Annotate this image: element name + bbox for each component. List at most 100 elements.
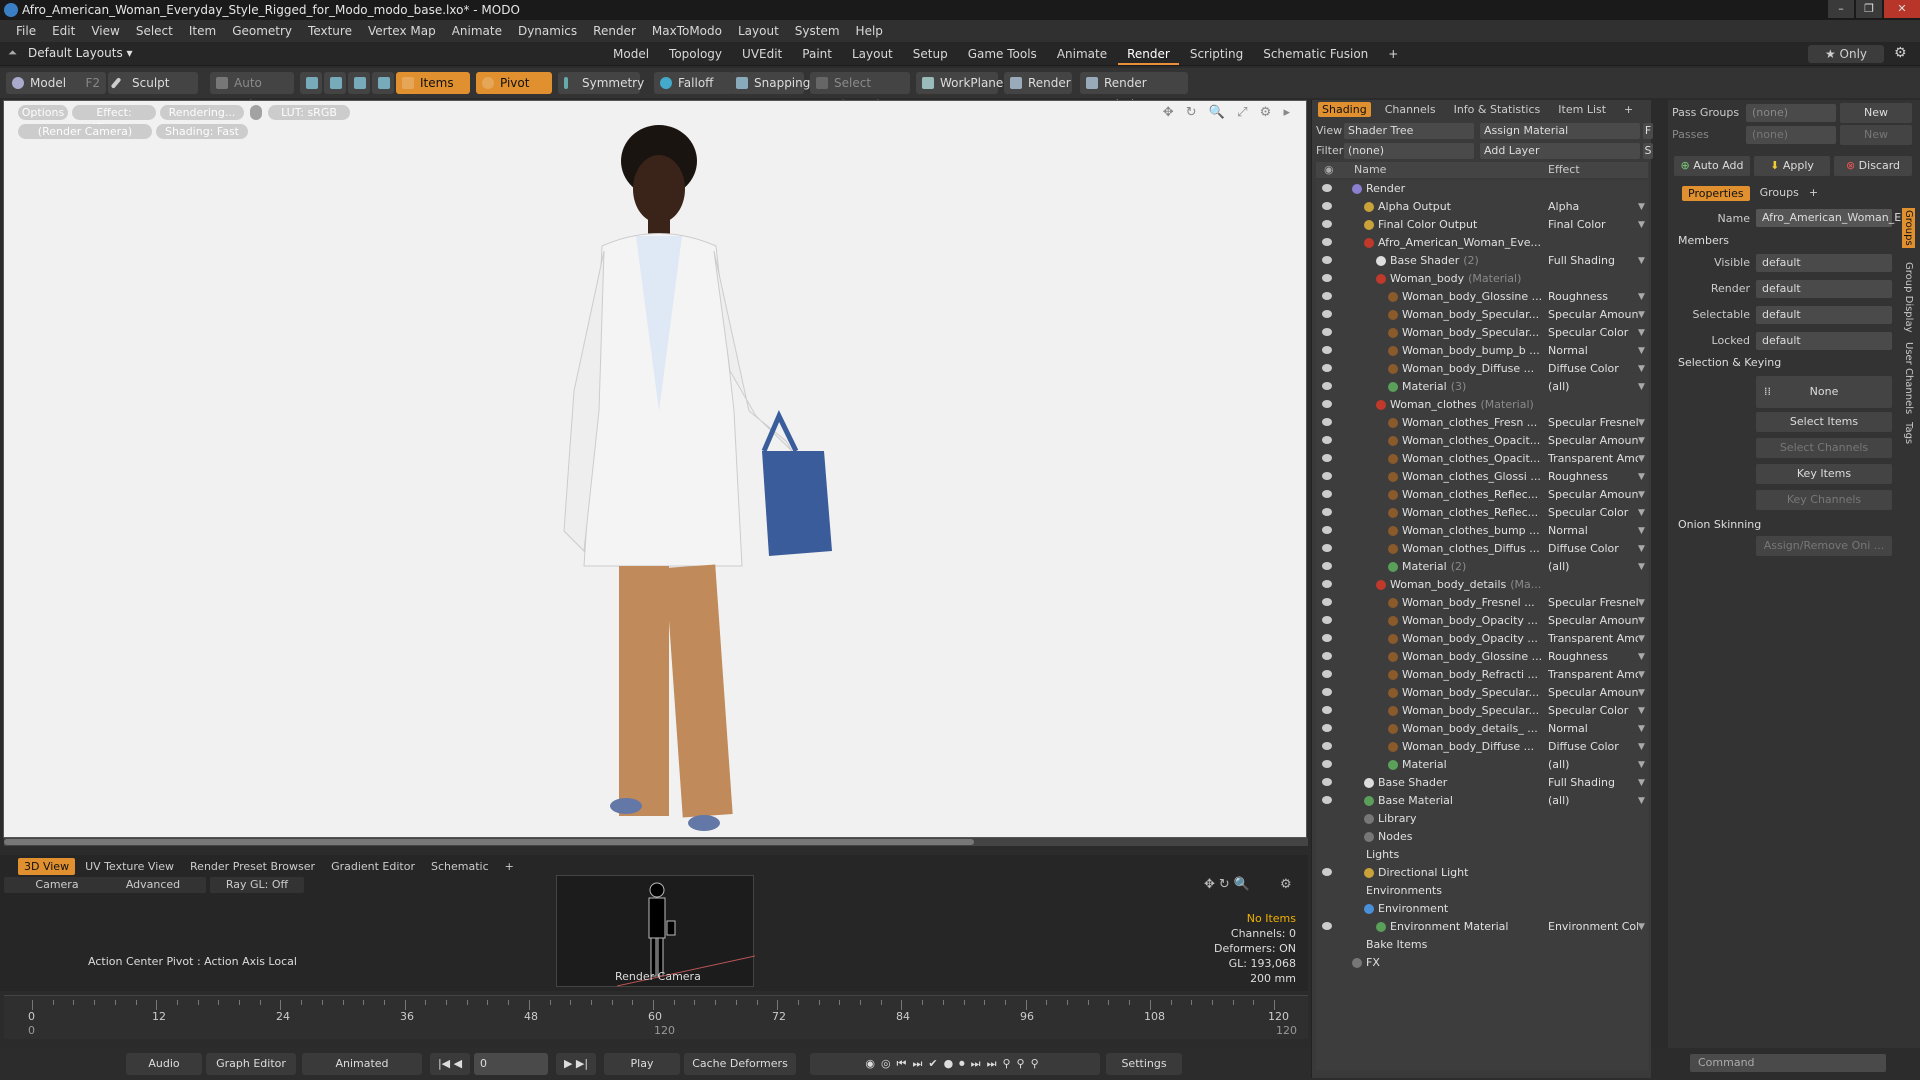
- visibility-eye-icon[interactable]: [1322, 202, 1332, 210]
- tree-row[interactable]: Material (all) ▼: [1316, 756, 1648, 774]
- layout-arrow-icon[interactable]: ⏶: [8, 46, 17, 60]
- tree-row[interactable]: Woman_body_Specular... Specular Color ▼: [1316, 324, 1648, 342]
- menu-system[interactable]: System: [787, 24, 848, 38]
- tree-row[interactable]: Woman_clothes_Reflec... Specular Amount ▼: [1316, 486, 1648, 504]
- visibility-eye-icon[interactable]: [1322, 400, 1332, 408]
- tree-row[interactable]: Environment Material Environment Color▼: [1316, 918, 1648, 936]
- tree-item-effect[interactable]: Specular Color: [1548, 504, 1638, 522]
- menu-maxtomodo[interactable]: MaxToModo: [644, 24, 730, 38]
- tree-row[interactable]: Woman_clothes_Fresn ... Specular Fresnel ▼: [1316, 414, 1648, 432]
- tree-row[interactable]: Woman_body_Fresnel ... Specular Fresnel ▼: [1316, 594, 1648, 612]
- menu-select[interactable]: Select: [128, 24, 181, 38]
- tree-row[interactable]: Bake Items: [1316, 936, 1648, 954]
- bottom-tab-3d-view[interactable]: 3D View: [18, 858, 76, 875]
- visibility-eye-icon[interactable]: [1322, 508, 1332, 516]
- none-button[interactable]: ⁞⁞ None: [1756, 376, 1892, 408]
- tree-item-effect[interactable]: Specular Fresnel: [1548, 594, 1638, 612]
- tree-item-effect[interactable]: Full Shading: [1548, 252, 1638, 270]
- menu-view[interactable]: View: [83, 24, 127, 38]
- assign-material-button[interactable]: Assign Material: [1480, 123, 1640, 139]
- visibility-eye-icon[interactable]: [1322, 274, 1332, 282]
- tree-row[interactable]: Woman_body_Opacity ... Transparent Amo...…: [1316, 630, 1648, 648]
- play-button[interactable]: Play: [604, 1053, 680, 1075]
- falloff-button[interactable]: Falloff: [654, 72, 732, 94]
- chevron-down-icon[interactable]: ▼: [1638, 666, 1645, 684]
- tree-row[interactable]: Woman_body_Opacity ... Specular Amount ▼: [1316, 612, 1648, 630]
- tree-item-effect[interactable]: Specular Color: [1548, 324, 1638, 342]
- tree-item-effect[interactable]: (all): [1548, 378, 1638, 396]
- selection-keying-section[interactable]: Selection & Keying: [1678, 356, 1781, 369]
- tree-row[interactable]: Base Shader Full Shading ▼: [1316, 774, 1648, 792]
- tree-item-effect[interactable]: Transparent Amo...: [1548, 630, 1638, 648]
- tree-row[interactable]: Woman_body_Diffuse ... Diffuse Color ▼: [1316, 738, 1648, 756]
- visibility-eye-icon[interactable]: [1322, 436, 1332, 444]
- effect-button[interactable]: Effect: (Shadi...: [72, 105, 156, 134]
- side-tab-user-channels[interactable]: User Channels: [1902, 340, 1915, 416]
- menu-animate[interactable]: Animate: [444, 24, 510, 38]
- apply-button[interactable]: ⬇ Apply: [1754, 156, 1830, 176]
- tree-row[interactable]: Directional Light: [1316, 864, 1648, 882]
- step-forward-icon[interactable]: ▶ ▶|: [556, 1053, 596, 1075]
- settings-button[interactable]: Settings: [1106, 1053, 1182, 1075]
- pass-groups-select[interactable]: (none): [1746, 104, 1836, 122]
- animated-select[interactable]: Animated: [302, 1053, 422, 1075]
- chevron-down-icon[interactable]: ▼: [1638, 738, 1645, 756]
- material-mode-icon[interactable]: [372, 72, 394, 94]
- shading-tab-info-statistics[interactable]: Info & Statistics: [1450, 102, 1545, 117]
- assign-remove-onion-button[interactable]: Assign/Remove Oni ...: [1756, 536, 1892, 556]
- advanced-button[interactable]: Advanced: [100, 877, 206, 893]
- chevron-down-icon[interactable]: ▼: [1638, 648, 1645, 666]
- gear-icon[interactable]: ⚙: [1894, 45, 1907, 61]
- filter-select[interactable]: (none): [1344, 143, 1474, 159]
- bottom-tab--[interactable]: +: [499, 858, 520, 875]
- visibility-eye-icon[interactable]: [1322, 724, 1332, 732]
- chevron-down-icon[interactable]: ▼: [1638, 450, 1645, 468]
- tree-item-effect[interactable]: (all): [1548, 792, 1638, 810]
- tab-game-tools[interactable]: Game Tools: [959, 45, 1046, 65]
- shading-tab-shading[interactable]: Shading: [1318, 102, 1371, 117]
- tree-item-effect[interactable]: Diffuse Color: [1548, 360, 1638, 378]
- visibility-eye-icon[interactable]: [1322, 616, 1332, 624]
- visibility-eye-icon[interactable]: [1322, 688, 1332, 696]
- field-select-selectable[interactable]: default: [1756, 306, 1892, 324]
- chevron-down-icon[interactable]: ▼: [1638, 468, 1645, 486]
- tree-item-effect[interactable]: Transparent Amo...: [1548, 450, 1638, 468]
- visibility-eye-icon[interactable]: [1322, 346, 1332, 354]
- tab-topology[interactable]: Topology: [660, 45, 731, 65]
- tab-scripting[interactable]: Scripting: [1181, 45, 1252, 65]
- visibility-eye-icon[interactable]: [1322, 706, 1332, 714]
- visibility-eye-icon[interactable]: [1322, 652, 1332, 660]
- visibility-eye-icon[interactable]: [1322, 598, 1332, 606]
- viewport-scrollbar[interactable]: [4, 838, 1308, 846]
- tree-row[interactable]: Woman_body_bump_b ... Normal ▼: [1316, 342, 1648, 360]
- menu-texture[interactable]: Texture: [300, 24, 360, 38]
- chevron-down-icon[interactable]: ▼: [1638, 252, 1645, 270]
- visibility-eye-icon[interactable]: [1322, 922, 1332, 930]
- tab-model[interactable]: Model: [604, 45, 658, 65]
- render-button[interactable]: Render: [1004, 72, 1072, 94]
- visibility-eye-icon[interactable]: [1322, 562, 1332, 570]
- tree-item-effect[interactable]: Full Shading: [1548, 774, 1638, 792]
- tree-row[interactable]: Base Material (all) ▼: [1316, 792, 1648, 810]
- close-icon[interactable]: ✕: [1884, 0, 1920, 18]
- bottom-settings-icon[interactable]: ⚙: [1280, 877, 1292, 892]
- tree-row[interactable]: Material (2) (all) ▼: [1316, 558, 1648, 576]
- bottom-tab-uv-texture-view[interactable]: UV Texture View: [79, 858, 180, 875]
- chevron-down-icon[interactable]: ▼: [1638, 792, 1645, 810]
- tree-row[interactable]: Woman_body (Material): [1316, 270, 1648, 288]
- ray-gl-button[interactable]: Ray GL: Off: [210, 877, 304, 893]
- tree-row[interactable]: FX: [1316, 954, 1648, 972]
- tree-row[interactable]: Nodes: [1316, 828, 1648, 846]
- visibility-eye-icon[interactable]: [1322, 544, 1332, 552]
- menu-file[interactable]: File: [8, 24, 44, 38]
- menu-item[interactable]: Item: [181, 24, 224, 38]
- bottom-nav-icons[interactable]: ✥↻🔍: [1204, 877, 1254, 892]
- visibility-eye-icon[interactable]: [1322, 472, 1332, 480]
- chevron-down-icon[interactable]: ▼: [1638, 432, 1645, 450]
- tree-row[interactable]: Material (3) (all) ▼: [1316, 378, 1648, 396]
- scrollbar-thumb[interactable]: [4, 839, 974, 845]
- tree-row[interactable]: Alpha Output Alpha ▼: [1316, 198, 1648, 216]
- minimize-icon[interactable]: –: [1828, 0, 1854, 18]
- visibility-eye-icon[interactable]: [1322, 256, 1332, 264]
- chevron-down-icon[interactable]: ▼: [1638, 702, 1645, 720]
